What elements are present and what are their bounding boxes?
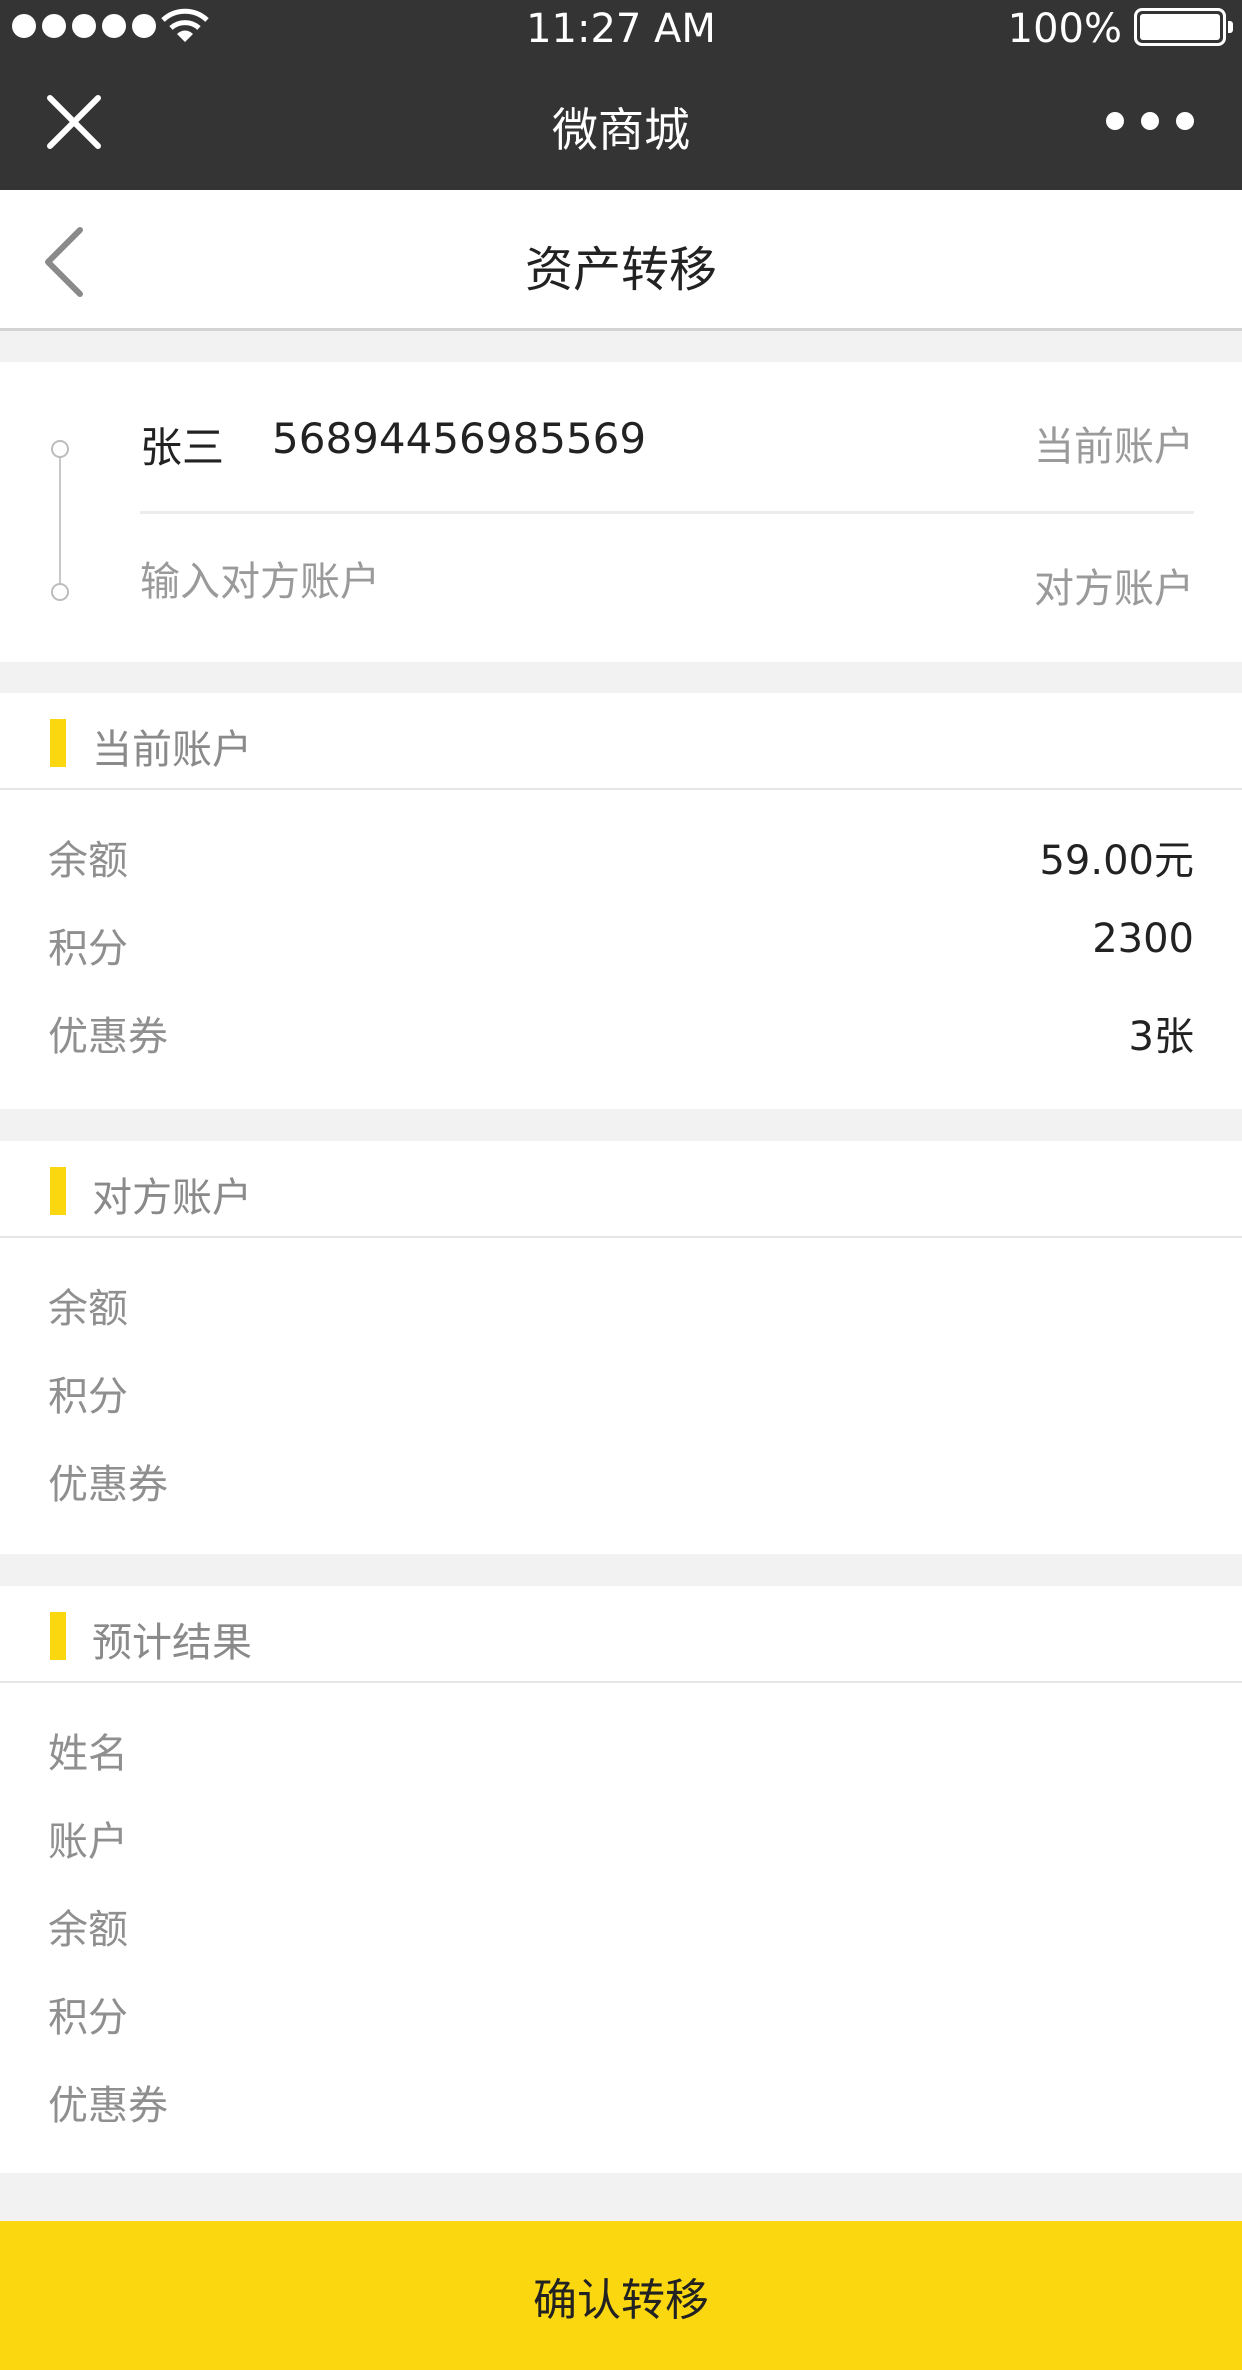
target-account-tag: 对方账户 bbox=[1034, 566, 1194, 612]
page-header: 资产转移 bbox=[0, 190, 1242, 331]
section-marker bbox=[50, 1612, 66, 1660]
row-value: 2300 bbox=[1092, 916, 1194, 962]
list-item-points: 积分 bbox=[0, 1967, 1242, 2055]
row-label: 积分 bbox=[48, 926, 128, 972]
timeline-dot-target bbox=[51, 583, 69, 601]
list-item-coupons: 优惠券 bbox=[0, 2055, 1242, 2143]
current-account-section: 当前账户 余额 59.00元 积分 2300 优惠券 3张 bbox=[0, 693, 1242, 1109]
section-title: 当前账户 bbox=[92, 727, 252, 773]
current-account-number: 56894456985569 bbox=[272, 414, 647, 463]
wechat-title-bar: 微商城 bbox=[0, 54, 1242, 190]
list-item-balance: 余额 59.00元 bbox=[0, 810, 1242, 898]
row-label: 优惠券 bbox=[48, 1462, 168, 1508]
section-title: 对方账户 bbox=[92, 1175, 252, 1221]
estimate-section: 预计结果 姓名 账户 余额 积分 优惠券 bbox=[0, 1586, 1242, 2173]
divider bbox=[140, 511, 1194, 514]
list-item-points: 积分 2300 bbox=[0, 898, 1242, 986]
row-label: 余额 bbox=[48, 1907, 128, 1953]
section-marker bbox=[50, 1167, 66, 1215]
row-label: 余额 bbox=[48, 1286, 128, 1332]
timeline-line bbox=[59, 450, 61, 592]
section-title: 预计结果 bbox=[92, 1620, 252, 1666]
page-title: 资产转移 bbox=[524, 242, 717, 298]
section-marker bbox=[50, 719, 66, 767]
transfer-accounts-card: 张三 56894456985569 当前账户 对方账户 bbox=[0, 362, 1242, 662]
target-account-input[interactable] bbox=[140, 552, 840, 612]
row-label: 余额 bbox=[48, 838, 128, 884]
row-value: 59.00元 bbox=[1039, 838, 1194, 884]
section-header: 对方账户 bbox=[0, 1141, 1242, 1238]
list-item-coupons: 优惠券 3张 bbox=[0, 986, 1242, 1074]
current-account-tag: 当前账户 bbox=[1034, 424, 1194, 470]
row-value: 3张 bbox=[1128, 1014, 1194, 1060]
list-item-account: 账户 bbox=[0, 1791, 1242, 1879]
battery-percent: 100% bbox=[1007, 6, 1122, 52]
list-item-name: 姓名 bbox=[0, 1703, 1242, 1791]
mini-program-title: 微商城 bbox=[552, 103, 690, 157]
app-root: 11:27 AM 100% 微商城 资产转移 张三 56894456985569… bbox=[0, 0, 1242, 2370]
row-label: 积分 bbox=[48, 1995, 128, 2041]
list-item-coupons: 优惠券 bbox=[0, 1434, 1242, 1522]
confirm-transfer-button[interactable]: 确认转移 bbox=[0, 2221, 1242, 2370]
list-item-points: 积分 bbox=[0, 1346, 1242, 1434]
row-label: 优惠券 bbox=[48, 1014, 168, 1060]
row-label: 姓名 bbox=[48, 1731, 128, 1777]
status-bar: 11:27 AM 100% bbox=[0, 0, 1242, 54]
more-options-icon[interactable] bbox=[1106, 112, 1194, 130]
list-item-balance: 余额 bbox=[0, 1258, 1242, 1346]
timeline-dot-current bbox=[51, 440, 69, 458]
list-item-balance: 余额 bbox=[0, 1879, 1242, 1967]
row-label: 积分 bbox=[48, 1374, 128, 1420]
battery-icon bbox=[1134, 8, 1233, 46]
section-header: 当前账户 bbox=[0, 693, 1242, 790]
section-header: 预计结果 bbox=[0, 1586, 1242, 1683]
row-label: 优惠券 bbox=[48, 2083, 168, 2129]
current-account-name: 张三 bbox=[140, 423, 225, 472]
row-label: 账户 bbox=[48, 1819, 128, 1865]
target-account-section: 对方账户 余额 积分 优惠券 bbox=[0, 1141, 1242, 1554]
